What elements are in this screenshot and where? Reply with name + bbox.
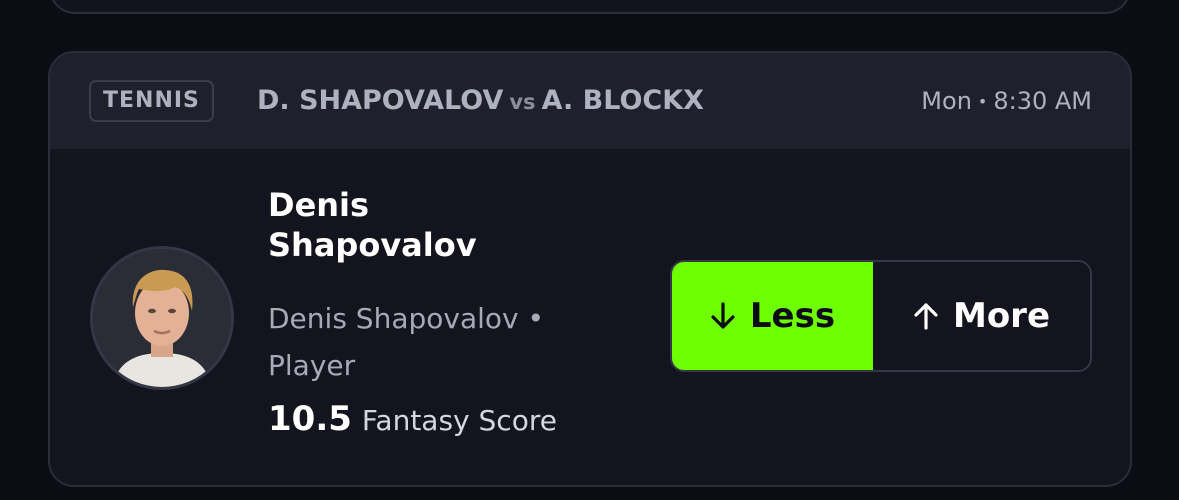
game-day: Mon (921, 87, 972, 115)
separator-dot: • (977, 92, 988, 111)
previous-card (49, 0, 1131, 14)
avatar (90, 246, 234, 390)
player-two-name: A. BLOCKX (541, 85, 704, 116)
less-button[interactable]: Less (672, 262, 873, 370)
game-clock: 8:30 AM (993, 87, 1092, 115)
line-value: 10.5 (268, 399, 352, 439)
stat-line: 10.5 Fantasy Score (268, 399, 557, 439)
arrow-down-icon (711, 302, 735, 329)
game-time: Mon • 8:30 AM (921, 84, 1092, 119)
vs-label: vs (509, 90, 536, 114)
more-label: More (952, 296, 1051, 336)
player-photo (93, 249, 231, 387)
player-name: Denis Shapovalov (268, 186, 477, 264)
pick-toggle: Less More (670, 260, 1092, 372)
more-button[interactable]: More (873, 262, 1090, 370)
stat-name: Fantasy Score (361, 404, 557, 437)
player-subtitle: Denis Shapovalov • Player (268, 302, 545, 382)
sport-badge: TENNIS (89, 80, 214, 122)
matchup: D. SHAPOVALOV vs A. BLOCKX (257, 83, 704, 120)
projection-card[interactable]: TENNIS D. SHAPOVALOV vs A. BLOCKX Mon • 8:30… (48, 51, 1132, 487)
card-header: TENNIS D. SHAPOVALOV vs A. BLOCKX Mon • 8:30… (50, 53, 1130, 149)
player-one-name: D. SHAPOVALOV (257, 85, 504, 116)
less-label: Less (749, 296, 836, 336)
arrow-up-icon (914, 303, 938, 330)
